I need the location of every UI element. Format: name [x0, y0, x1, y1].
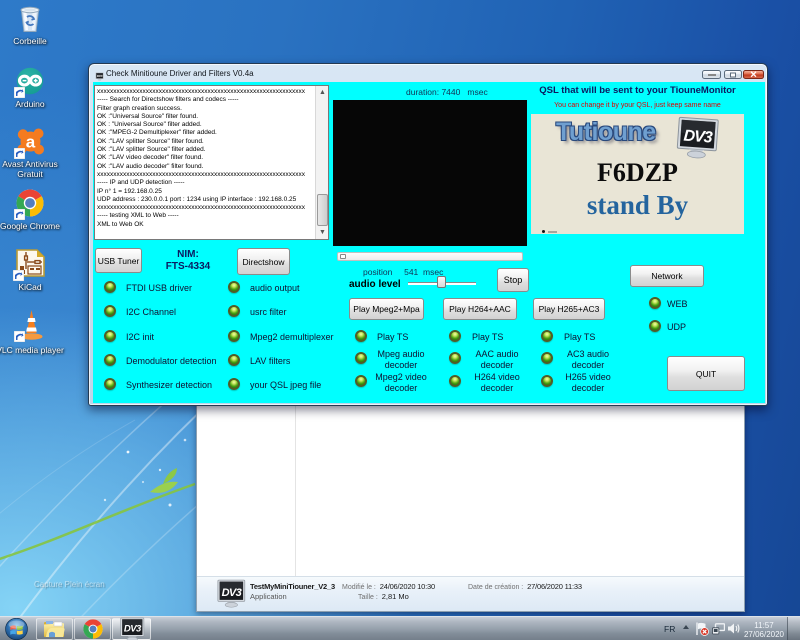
svg-text:DV3: DV3 [222, 587, 243, 599]
svg-text:DV3: DV3 [683, 128, 713, 147]
svg-text:DV3: DV3 [97, 74, 103, 78]
svg-text:DV3: DV3 [123, 623, 141, 634]
svg-text:a: a [26, 133, 36, 152]
